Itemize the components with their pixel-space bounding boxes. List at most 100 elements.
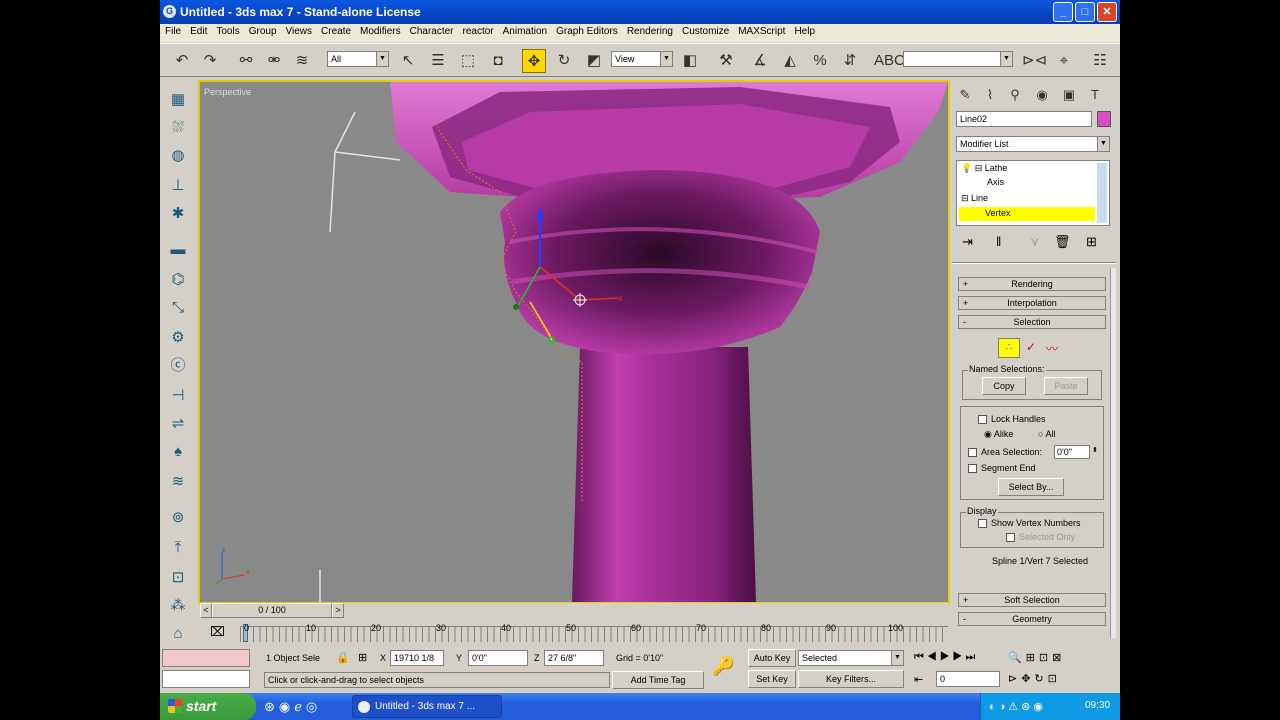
wind-icon[interactable]: ⓒ (166, 354, 190, 378)
unlink-icon[interactable]: ⚮ (262, 49, 286, 73)
select-and-scale-icon[interactable]: ◩ (582, 49, 606, 73)
viewport-navigation-controls[interactable]: 🔍⊞⊡⊠ (1008, 651, 1065, 664)
copy-button[interactable]: Copy (982, 377, 1026, 395)
tray-icons[interactable]: ◐◑⚠⊛◉ (989, 700, 1046, 713)
link-icon[interactable]: ⚯ (234, 49, 258, 73)
create-animation-icon[interactable]: ⊡ (166, 566, 190, 590)
redo-icon[interactable]: ↷ (198, 49, 222, 73)
select-and-move-icon[interactable]: ✥ (522, 49, 546, 73)
preview-animation-icon[interactable]: ⤒ (166, 536, 190, 560)
percent-snap-icon[interactable]: % (808, 49, 832, 73)
app-icon[interactable]: G (163, 5, 176, 18)
dashpot-icon[interactable]: ⤡ (166, 296, 190, 320)
stack-item-line[interactable]: ⊟ Line (961, 193, 988, 204)
spinner-arrows-icon[interactable]: ⬍ (1092, 446, 1098, 454)
rollout-selection[interactable]: - Selection (958, 315, 1106, 329)
remove-modifier-icon[interactable]: 🗑 (1054, 234, 1071, 250)
taskbar-item-3dsmax[interactable]: Untitled - 3ds max 7 ... (352, 695, 502, 718)
menu-rendering[interactable]: Rendering (622, 24, 677, 37)
analyze-world-icon[interactable]: ⊚ (166, 506, 190, 530)
auto-key-button[interactable]: Auto Key (748, 649, 796, 667)
pin-stack-icon[interactable]: ⇥ (962, 234, 973, 250)
all-radio[interactable]: ○ All (1038, 429, 1055, 439)
angle-snap-icon[interactable]: ◭ (778, 49, 802, 73)
spline-subobject-icon[interactable]: 〰 (1046, 340, 1058, 357)
modifier-stack[interactable]: 💡 ⊟ Lathe Axis ⊟ Line Vertex (956, 160, 1110, 226)
maximize-button[interactable]: □ (1075, 2, 1095, 22)
show-end-result-icon[interactable]: ‖ (996, 234, 1001, 249)
plane-icon[interactable]: ▬ (166, 238, 190, 262)
x-coordinate-field[interactable]: 19710 1/8 (390, 650, 444, 666)
water-icon[interactable]: ♠ (166, 440, 190, 464)
start-button[interactable]: start (160, 693, 256, 720)
close-button[interactable]: ✕ (1097, 2, 1117, 22)
rollout-geometry[interactable]: - Geometry (958, 612, 1106, 626)
z-coordinate-field[interactable]: 27 6/8" (544, 650, 604, 666)
key-filters-button[interactable]: Key Filters... (798, 670, 904, 688)
perspective-viewport[interactable]: Perspective x z x (198, 80, 950, 604)
segment-subobject-icon[interactable]: ✓ (1026, 340, 1036, 354)
mirror-icon[interactable]: ⊳⊲ (1022, 49, 1047, 73)
key-mode-dropdown[interactable]: Selected ▼ (798, 650, 904, 666)
snaps-toggle-icon[interactable]: ∡ (748, 49, 772, 73)
area-selection-spinner[interactable]: 0'0" (1054, 445, 1090, 459)
absolute-mode-icon[interactable]: ⊞ (358, 651, 367, 664)
minimize-button[interactable]: _ (1053, 2, 1073, 22)
time-slider-next[interactable]: > (332, 603, 344, 618)
object-name-field[interactable]: Line02 (956, 111, 1092, 127)
object-color-swatch[interactable] (1097, 111, 1111, 127)
lock-icon[interactable]: 🔒 (336, 651, 350, 664)
cloth-collection-icon[interactable]: ⛆ (166, 116, 190, 140)
undo-icon[interactable]: ↶ (170, 49, 194, 73)
menu-edit[interactable]: Edit (185, 24, 211, 37)
stack-item-vertex-selected[interactable]: Vertex (959, 207, 1095, 221)
soft-body-collection-icon[interactable]: ◍ (166, 144, 190, 168)
set-key-button[interactable]: Set Key (748, 670, 796, 688)
quick-launch-icons[interactable]: ⊛◉ℯ◎ (264, 699, 321, 715)
add-time-tag-button[interactable]: Add Time Tag (612, 671, 704, 689)
selected-only-checkbox[interactable]: Selected Only (1006, 532, 1075, 543)
vertex-subobject-icon[interactable]: ∴ (998, 338, 1020, 358)
frame-ruler[interactable] (240, 626, 948, 642)
current-frame-field[interactable]: 0 (936, 671, 1000, 687)
alike-radio[interactable]: ◉ Alike (984, 429, 1013, 440)
make-unique-icon[interactable]: ⋎ (1030, 234, 1040, 250)
named-selection-set-dropdown[interactable]: ▼ (903, 51, 1013, 67)
maxscript-listener-pink[interactable] (162, 649, 250, 667)
maxscript-listener-white[interactable] (162, 670, 250, 688)
select-manipulate-icon[interactable]: ⚒ (714, 49, 738, 73)
constraint-solver-icon[interactable]: ≋ (166, 470, 190, 494)
track-bar[interactable]: ⌧ 0 10 20 30 40 50 60 70 80 90 100 (200, 620, 948, 644)
rigid-body-collection-icon[interactable]: ▦ (166, 88, 190, 112)
modify-tab-icon[interactable]: ⌇ (979, 84, 1001, 106)
playback-controls[interactable]: ⏮◀▶▶⏭ (914, 651, 978, 664)
time-slider-track[interactable]: < 0 / 100 > (200, 603, 948, 619)
motor-icon[interactable]: ⚙ (166, 326, 190, 350)
toy-car-icon[interactable]: ⊣ (166, 384, 190, 408)
convex-hull-icon[interactable]: ⁂ (166, 594, 190, 618)
segment-end-checkbox[interactable]: Segment End (968, 463, 1036, 474)
edit-named-selection-icon[interactable]: ABC (874, 49, 905, 73)
menu-views[interactable]: Views (281, 24, 317, 37)
rollout-rendering[interactable]: + Rendering (958, 277, 1106, 291)
stack-item-lathe[interactable]: 💡 ⊟ Lathe (961, 163, 1007, 174)
create-tab-icon[interactable]: ✎ (954, 84, 976, 106)
rope-collection-icon[interactable]: ⊥ (166, 174, 190, 198)
bind-space-warp-icon[interactable]: ≋ (290, 49, 314, 73)
reactor-properties-icon[interactable]: ⌂ (166, 622, 190, 646)
rollout-soft-selection[interactable]: + Soft Selection (958, 593, 1106, 607)
menu-character[interactable]: Character (405, 24, 458, 37)
window-crossing-icon[interactable]: ◘ (486, 49, 510, 73)
menu-help[interactable]: Help (789, 24, 819, 37)
show-vertex-numbers-checkbox[interactable]: Show Vertex Numbers (978, 518, 1081, 529)
stack-item-axis[interactable]: Axis (987, 177, 1004, 187)
configure-modifier-sets-icon[interactable]: ⊞ (1086, 234, 1097, 250)
select-object-icon[interactable]: ↖ (396, 49, 420, 73)
menu-create[interactable]: Create (316, 24, 355, 37)
spinner-snap-icon[interactable]: ⇵ (838, 49, 862, 73)
key-mode-toggle-icon[interactable]: ⇤ (914, 673, 923, 686)
menu-file[interactable]: File (160, 24, 185, 37)
align-icon[interactable]: ⌖ (1052, 49, 1076, 73)
y-coordinate-field[interactable]: 0'0" (468, 650, 528, 666)
menu-animation[interactable]: Animation (498, 24, 551, 37)
